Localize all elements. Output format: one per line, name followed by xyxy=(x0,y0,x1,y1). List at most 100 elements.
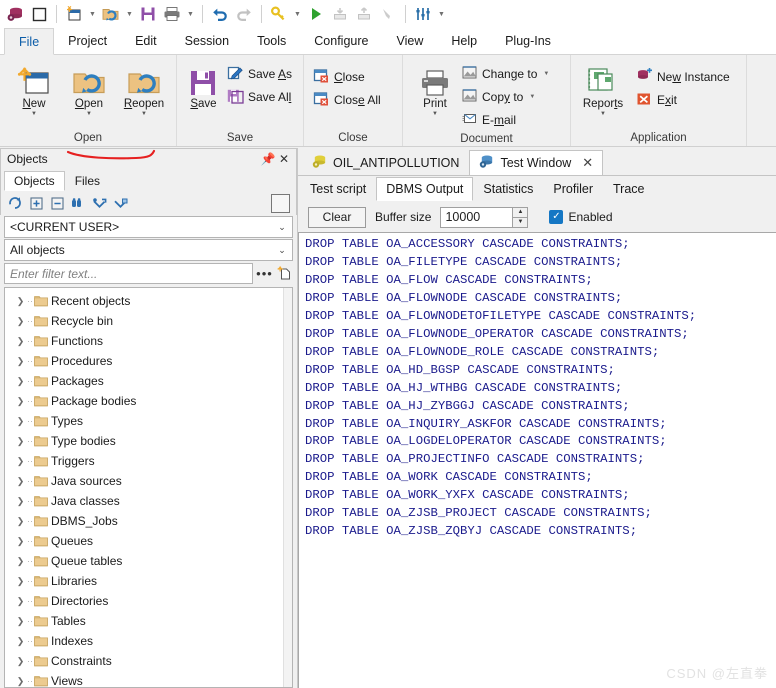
chevron-right-icon[interactable]: ❯ xyxy=(14,556,27,567)
object-filter-combo[interactable]: All objects ⌄ xyxy=(4,239,293,261)
chevron-right-icon[interactable]: ❯ xyxy=(14,436,27,447)
close-all-button[interactable]: Close All xyxy=(310,89,386,111)
save-icon[interactable] xyxy=(137,3,159,25)
collapse-all-icon[interactable] xyxy=(49,195,65,211)
tree-item[interactable]: ❯ ·· Java classes xyxy=(5,491,292,511)
tree-item[interactable]: ❯ ·· Queues xyxy=(5,531,292,551)
email-button[interactable]: E-mail xyxy=(459,109,554,131)
menu-file[interactable]: File xyxy=(4,28,55,55)
tree-item[interactable]: ❯ ·· Triggers xyxy=(5,451,292,471)
filter-text-input[interactable]: Enter filter text... xyxy=(4,263,253,284)
chevron-right-icon[interactable]: ❯ xyxy=(14,396,27,407)
print-icon[interactable] xyxy=(161,3,183,25)
tree-item[interactable]: ❯ ·· DBMS_Jobs xyxy=(5,511,292,531)
tab-profiler[interactable]: Profiler xyxy=(543,177,603,201)
save-as-button[interactable]: Save As xyxy=(224,63,297,85)
chevron-right-icon[interactable]: ❯ xyxy=(14,616,27,627)
chevron-right-icon[interactable]: ❯ xyxy=(14,456,27,467)
new-button[interactable]: New ▼ xyxy=(8,61,60,118)
preferences-icon[interactable] xyxy=(412,3,434,25)
close-button[interactable]: Close xyxy=(310,66,386,88)
buffer-size-stepper[interactable]: 10000 ▲ ▼ xyxy=(440,206,529,228)
document-tab-oil-antipollution[interactable]: OIL_ANTIPOLLUTION xyxy=(302,150,469,175)
sidebar-tab-files[interactable]: Files xyxy=(65,171,110,191)
undo-icon[interactable] xyxy=(209,3,231,25)
new-filter-icon[interactable] xyxy=(276,264,293,284)
enabled-checkbox[interactable]: ✓ xyxy=(549,210,564,224)
export-icon[interactable] xyxy=(353,3,375,25)
toggle-panel-button[interactable] xyxy=(271,193,290,213)
redo-icon[interactable] xyxy=(233,3,255,25)
chevron-right-icon[interactable]: ❯ xyxy=(14,476,27,487)
chevron-right-icon[interactable]: ❯ xyxy=(14,516,27,527)
buffer-size-input[interactable]: 10000 xyxy=(440,206,513,228)
menu-project[interactable]: Project xyxy=(54,28,121,54)
tree-item[interactable]: ❯ ·· Constraints xyxy=(5,651,292,671)
chevron-right-icon[interactable]: ❯ xyxy=(14,336,27,347)
overflow-icon[interactable]: ▼ xyxy=(436,3,447,25)
print-button[interactable]: Print ▼ xyxy=(413,61,457,118)
tree-item[interactable]: ❯ ·· Indexes xyxy=(5,631,292,651)
pin-icon[interactable]: 📌 xyxy=(260,152,276,166)
database-icon[interactable] xyxy=(4,3,26,25)
tree-item[interactable]: ❯ ·· Recent objects xyxy=(5,291,292,311)
new-document-caret-icon[interactable]: ▼ xyxy=(87,3,98,25)
enabled-checkbox-wrapper[interactable]: ✓ Enabled xyxy=(549,210,613,224)
copy-to-caret-icon[interactable]: ▼ xyxy=(529,94,535,100)
spin-up-icon[interactable]: ▲ xyxy=(512,206,529,217)
window-icon[interactable] xyxy=(28,3,50,25)
tab-test-script[interactable]: Test script xyxy=(300,177,376,201)
tree-item[interactable]: ❯ ·· Packages xyxy=(5,371,292,391)
tree-item[interactable]: ❯ ·· Types xyxy=(5,411,292,431)
refresh-icon[interactable] xyxy=(7,195,23,211)
copy-to-button[interactable]: Copy to ▼ xyxy=(459,86,554,108)
tree-item[interactable]: ❯ ·· Java sources xyxy=(5,471,292,491)
print-button-caret-icon[interactable]: ▼ xyxy=(432,111,438,118)
reopen-button-caret-icon[interactable]: ▼ xyxy=(141,111,147,118)
tree-item[interactable]: ❯ ·· Views xyxy=(5,671,292,687)
import-icon[interactable] xyxy=(329,3,351,25)
new-button-caret-icon[interactable]: ▼ xyxy=(31,111,37,118)
exit-button[interactable]: Exit xyxy=(633,89,735,111)
ellipsis-icon[interactable]: ••• xyxy=(256,264,273,284)
reopen-button[interactable]: Reopen ▼ xyxy=(118,61,170,118)
tab-dbms-output[interactable]: DBMS Output xyxy=(376,177,474,201)
find-next-icon[interactable] xyxy=(91,195,107,211)
open-button-caret-icon[interactable]: ▼ xyxy=(86,111,92,118)
tree-item[interactable]: ❯ ·· Procedures xyxy=(5,351,292,371)
chevron-right-icon[interactable]: ❯ xyxy=(14,656,27,667)
menu-configure[interactable]: Configure xyxy=(300,28,382,54)
tree-item[interactable]: ❯ ·· Tables xyxy=(5,611,292,631)
chevron-right-icon[interactable]: ❯ xyxy=(14,676,27,687)
open-folder-caret-icon[interactable]: ▼ xyxy=(124,3,135,25)
dbms-output-text-area[interactable]: DROP TABLE OA_ACCESSORY CASCADE CONSTRAI… xyxy=(298,232,776,688)
tree-item[interactable]: ❯ ·· Libraries xyxy=(5,571,292,591)
save-button[interactable]: Save xyxy=(183,61,224,111)
menu-help[interactable]: Help xyxy=(437,28,491,54)
open-button[interactable]: Open ▼ xyxy=(63,61,115,118)
open-folder-icon[interactable] xyxy=(100,3,122,25)
chevron-right-icon[interactable]: ❯ xyxy=(14,636,27,647)
tree-scrollbar[interactable] xyxy=(283,288,292,687)
objects-tree[interactable]: ❯ ·· Recent objects ❯ ·· Recycle bin ❯ ·· Functi… xyxy=(4,287,293,688)
reports-button[interactable]: Reports ▼ xyxy=(577,61,629,118)
chevron-right-icon[interactable]: ❯ xyxy=(14,536,27,547)
document-tab-test-window[interactable]: Test Window ✕ xyxy=(469,150,604,175)
spin-down-icon[interactable]: ▼ xyxy=(512,216,529,228)
reports-button-caret-icon[interactable]: ▼ xyxy=(600,111,606,118)
tree-item[interactable]: ❯ ·· Directories xyxy=(5,591,292,611)
tree-item[interactable]: ❯ ·· Recycle bin xyxy=(5,311,292,331)
change-to-button[interactable]: Change to ▼ xyxy=(459,63,554,85)
execute-icon[interactable] xyxy=(305,3,327,25)
chevron-right-icon[interactable]: ❯ xyxy=(14,596,27,607)
current-user-combo[interactable]: <CURRENT USER> ⌄ xyxy=(4,216,293,238)
menu-edit[interactable]: Edit xyxy=(121,28,171,54)
chevron-right-icon[interactable]: ❯ xyxy=(14,416,27,427)
close-tab-icon[interactable]: ✕ xyxy=(582,155,593,171)
tab-statistics[interactable]: Statistics xyxy=(473,177,543,201)
tree-item[interactable]: ❯ ·· Type bodies xyxy=(5,431,292,451)
save-all-button[interactable]: Save All xyxy=(224,86,297,108)
close-icon[interactable]: ✕ xyxy=(276,152,292,166)
find-icon[interactable] xyxy=(70,195,86,211)
tree-item[interactable]: ❯ ·· Package bodies xyxy=(5,391,292,411)
